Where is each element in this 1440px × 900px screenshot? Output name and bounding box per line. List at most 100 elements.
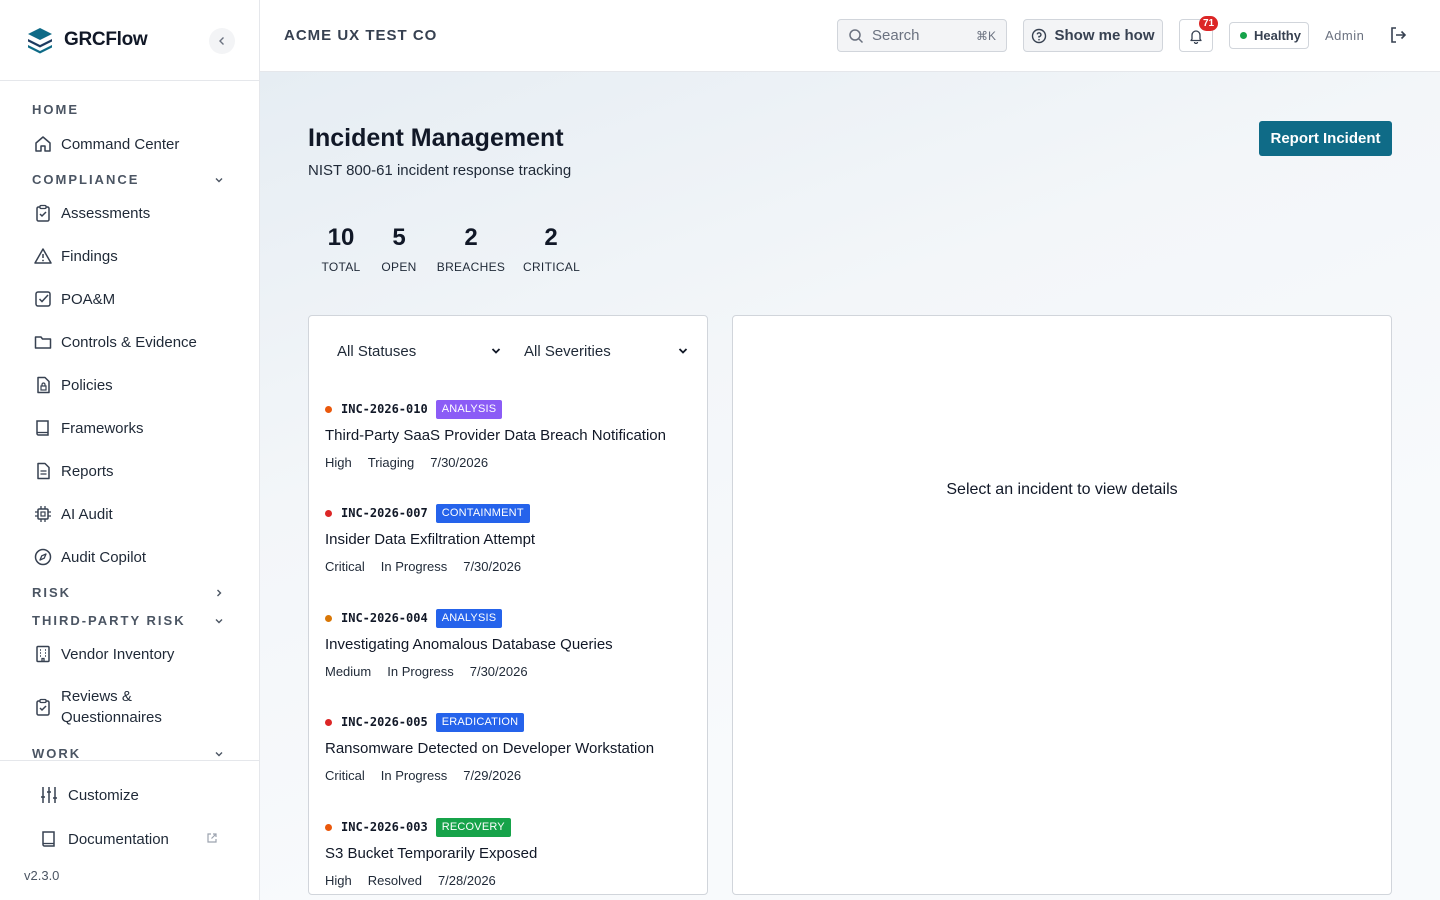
logout-icon xyxy=(1388,25,1408,45)
incident-id: INC-2026-003 xyxy=(341,820,428,834)
status-filter-value: All Statuses xyxy=(337,342,417,360)
stat-label: BREACHES xyxy=(436,260,506,274)
status-filter-select[interactable]: All Statuses xyxy=(337,340,502,362)
page-title: Incident Management xyxy=(308,124,564,152)
sidebar-item-controls-evidence[interactable]: Controls & Evidence xyxy=(32,331,232,353)
sidebar-item-label: Assessments xyxy=(61,204,151,222)
home-icon xyxy=(32,133,54,155)
brand-name: GRCFlow xyxy=(64,29,148,50)
incident-list-item[interactable]: INC-2026-004 ANALYSIS Investigating Anom… xyxy=(325,608,695,679)
incident-list-item[interactable]: INC-2026-005 ERADICATION Ransomware Dete… xyxy=(325,712,695,783)
show-me-how-button[interactable]: Show me how xyxy=(1023,19,1163,52)
sidebar-item-audit-copilot[interactable]: Audit Copilot xyxy=(32,546,232,568)
sidebar-nav: HOME Command Center COMPLIANCE Assessmen… xyxy=(0,81,259,761)
incident-severity: Critical xyxy=(325,559,365,574)
incident-list-item[interactable]: INC-2026-007 CONTAINMENT Insider Data Ex… xyxy=(325,503,695,574)
stat-label: TOTAL xyxy=(321,260,361,274)
chevron-right-icon[interactable] xyxy=(211,585,227,601)
organization-name: ACME UX TEST CO xyxy=(284,27,438,44)
stat-total: 10 TOTAL xyxy=(320,224,362,274)
building-icon xyxy=(32,643,54,665)
customize-label: Customize xyxy=(68,786,139,804)
sidebar-item-label: AI Audit xyxy=(61,505,113,523)
search-input[interactable]: Search ⌘K xyxy=(837,19,1007,52)
documentation-link[interactable]: Documentation xyxy=(38,828,217,850)
main-content: Incident Management NIST 800-61 incident… xyxy=(260,72,1440,900)
chevron-down-icon[interactable] xyxy=(211,613,227,629)
warning-triangle-icon xyxy=(32,245,54,267)
incident-title: Investigating Anomalous Database Queries xyxy=(325,636,613,653)
severity-dot xyxy=(325,509,332,517)
phase-badge: ANALYSIS xyxy=(435,399,503,419)
logout-button[interactable] xyxy=(1387,24,1409,46)
sidebar-item-ai-audit[interactable]: AI Audit xyxy=(32,503,232,525)
sidebar-item-label: Vendor Inventory xyxy=(61,645,175,663)
section-compliance[interactable]: COMPLIANCE xyxy=(32,172,139,187)
sidebar-item-reports[interactable]: Reports xyxy=(32,460,232,482)
search-shortcut: ⌘K xyxy=(975,28,996,43)
incident-status: In Progress xyxy=(380,559,448,574)
user-name[interactable]: Admin xyxy=(1325,28,1364,43)
incident-severity: High xyxy=(325,873,352,888)
stat-value: 5 xyxy=(392,224,406,251)
customize-button[interactable]: Customize xyxy=(38,784,139,806)
sidebar-item-label: Reviews & Questionnaires xyxy=(61,686,162,728)
incident-status: In Progress xyxy=(387,664,454,679)
incident-id: INC-2026-010 xyxy=(341,402,428,416)
chevron-down-icon[interactable] xyxy=(211,172,227,188)
incident-list-item[interactable]: INC-2026-003 RECOVERY S3 Bucket Temporar… xyxy=(325,817,695,888)
phase-badge: RECOVERY xyxy=(435,817,511,837)
incident-date: 7/30/2026 xyxy=(463,559,522,574)
incident-list-panel: All Statuses All Severities INC-2026-010… xyxy=(308,315,708,895)
sidebar-item-label: Policies xyxy=(61,376,113,394)
report-incident-button[interactable]: Report Incident xyxy=(1259,121,1392,156)
sidebar-item-command-center[interactable]: Command Center xyxy=(32,133,232,155)
incident-list-item[interactable]: INC-2026-010 ANALYSIS Third-Party SaaS P… xyxy=(325,399,695,470)
brand-header: GRCFlow xyxy=(0,0,259,81)
external-link-icon xyxy=(206,831,218,848)
incident-id: INC-2026-007 xyxy=(341,506,428,520)
stat-label: CRITICAL xyxy=(523,260,581,274)
clipboard-check-icon xyxy=(32,202,54,224)
incident-date: 7/30/2026 xyxy=(430,455,489,470)
stat-open: 5 OPEN xyxy=(379,224,419,274)
stat-value: 2 xyxy=(544,224,558,251)
sidebar-item-findings[interactable]: Findings xyxy=(32,245,232,267)
incident-id: INC-2026-004 xyxy=(341,611,428,625)
sidebar-item-policies[interactable]: Policies xyxy=(32,374,232,396)
folder-icon xyxy=(32,331,54,353)
severity-filter-value: All Severities xyxy=(524,342,611,360)
search-icon xyxy=(848,28,864,44)
chevron-down-icon xyxy=(677,344,689,361)
health-status-badge[interactable]: Healthy xyxy=(1229,22,1309,49)
sidebar-item-label: Frameworks xyxy=(61,419,144,437)
sidebar-item-assessments[interactable]: Assessments xyxy=(32,202,232,224)
incident-id: INC-2026-005 xyxy=(341,715,428,729)
sidebar-item-frameworks[interactable]: Frameworks xyxy=(32,417,232,439)
sidebar-item-label: Audit Copilot xyxy=(61,548,147,566)
sidebar-item-label: Reports xyxy=(61,462,114,480)
section-third-party-risk[interactable]: THIRD-PARTY RISK xyxy=(32,613,186,628)
sidebar-item-label: Controls & Evidence xyxy=(61,333,197,351)
chevron-down-icon[interactable] xyxy=(211,746,227,761)
sidebar-item-reviews-questionnaires[interactable]: Reviews & Questionnaires xyxy=(32,686,232,728)
sidebar-item-vendor-inventory[interactable]: Vendor Inventory xyxy=(32,643,232,665)
incident-title: Third-Party SaaS Provider Data Breach No… xyxy=(325,427,666,444)
incident-severity: Medium xyxy=(325,664,372,679)
sidebar: GRCFlow HOME Command Center COMPLIANCE A… xyxy=(0,0,260,900)
file-lock-icon xyxy=(32,374,54,396)
incident-status: In Progress xyxy=(380,768,448,783)
incident-title: Ransomware Detected on Developer Worksta… xyxy=(325,740,655,757)
section-risk[interactable]: RISK xyxy=(32,585,71,600)
section-work[interactable]: WORK xyxy=(32,746,81,761)
collapse-sidebar-button[interactable] xyxy=(209,28,235,54)
sidebar-item-label-line: Reviews & xyxy=(61,688,132,705)
cpu-icon xyxy=(32,503,54,525)
phase-badge: CONTAINMENT xyxy=(435,503,530,523)
incident-title: Insider Data Exfiltration Attempt xyxy=(325,531,536,548)
health-status-label: Healthy xyxy=(1254,28,1301,43)
status-dot xyxy=(1240,32,1247,39)
sidebar-item-poam[interactable]: POA&M xyxy=(32,288,232,310)
incident-severity: Critical xyxy=(325,768,365,783)
severity-filter-select[interactable]: All Severities xyxy=(524,340,689,362)
